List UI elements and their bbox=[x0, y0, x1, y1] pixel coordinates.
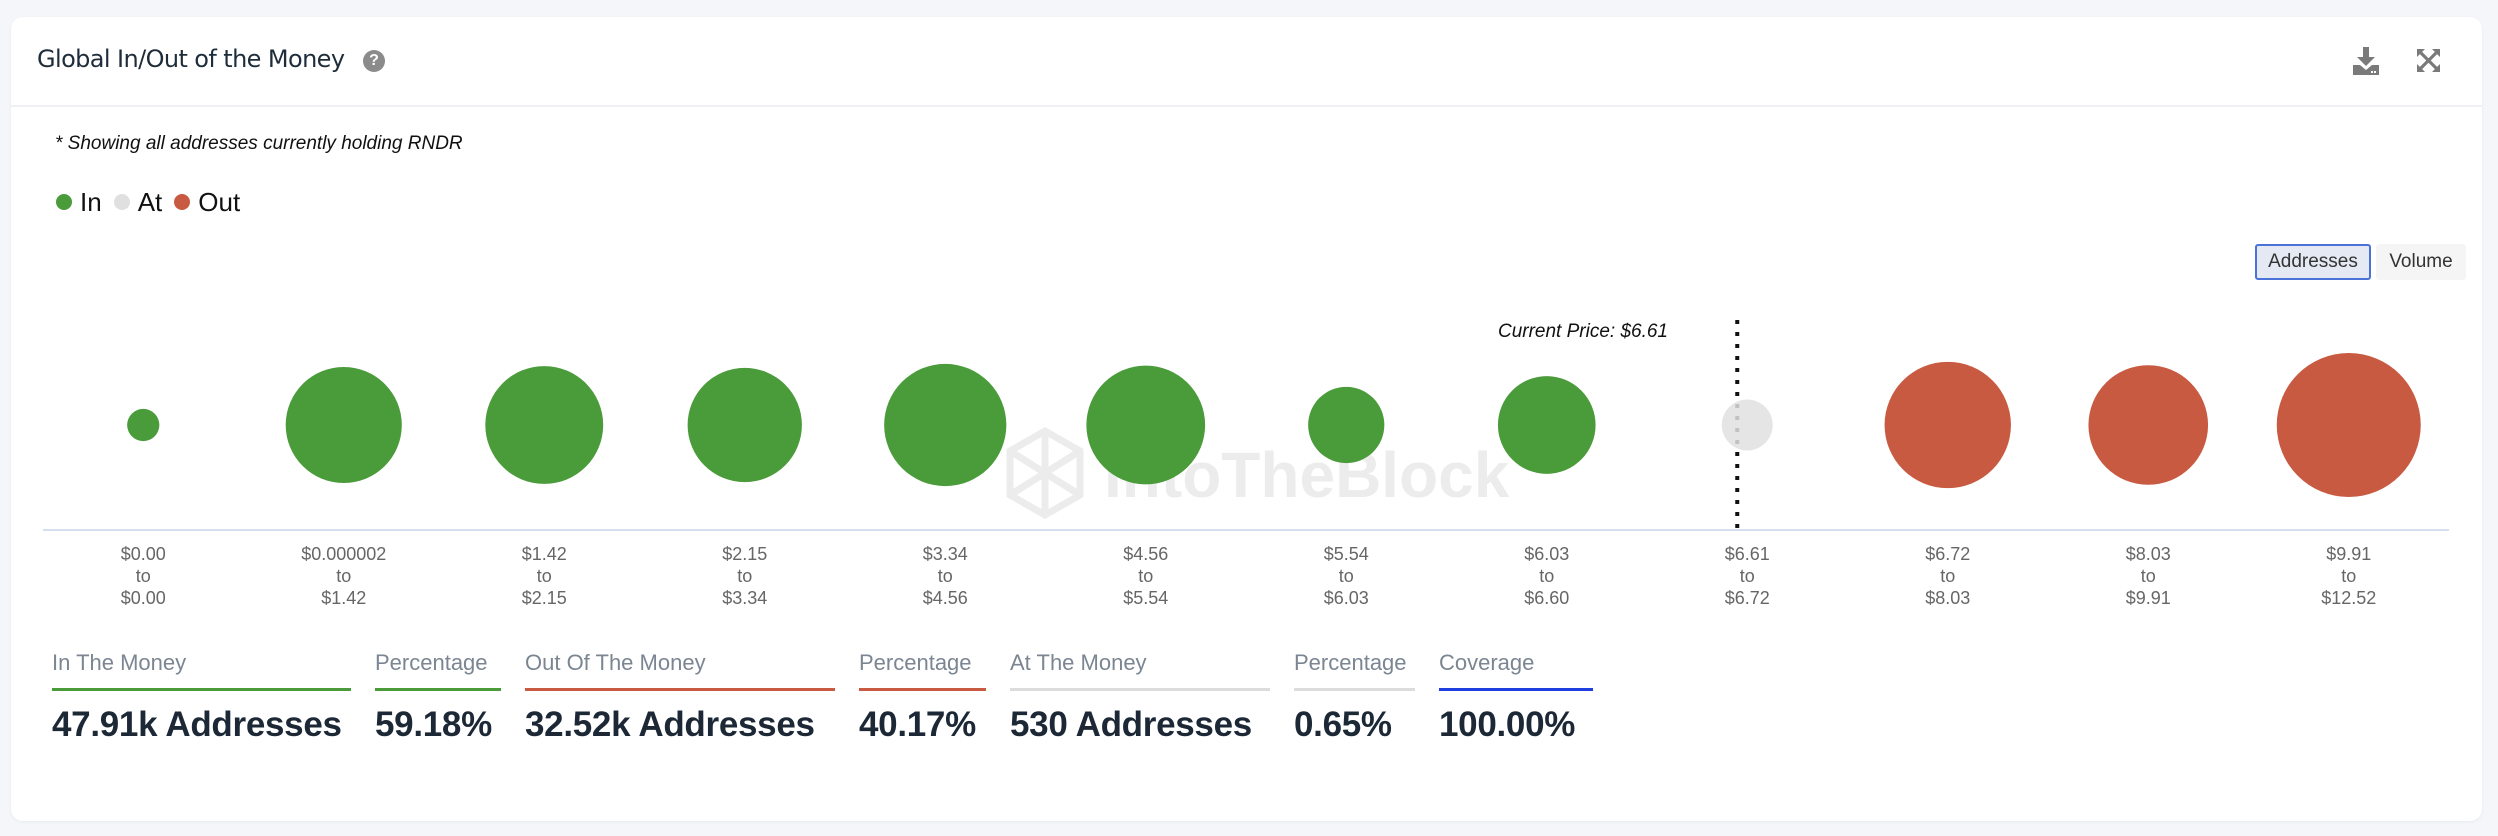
stat-underline bbox=[1294, 688, 1415, 691]
stat-percentage: Percentage 59.18% bbox=[375, 650, 501, 745]
stat-coverage: Coverage 100.00% bbox=[1439, 650, 1593, 745]
tick-label-line: $2.15 bbox=[522, 588, 567, 608]
tick-label-line: to bbox=[136, 566, 151, 586]
tick-label-line: $6.61 bbox=[1725, 544, 1770, 564]
bucket-range-label: $5.54 to $6.03 bbox=[1324, 544, 1369, 608]
stat-label: Percentage bbox=[375, 650, 488, 675]
tick-label-line: to bbox=[938, 566, 953, 586]
tick-label-line: $9.91 bbox=[2326, 544, 2371, 564]
bucket-range-label: $3.34 to $4.56 bbox=[923, 544, 968, 608]
tick-label-line: $6.03 bbox=[1324, 588, 1369, 608]
bucket-range-label: $1.42 to $2.15 bbox=[522, 544, 567, 608]
tick-label-line: $0.000002 bbox=[301, 544, 386, 564]
bucket-range-label: $8.03 to $9.91 bbox=[2126, 544, 2171, 608]
tick-label-line: $5.54 bbox=[1123, 588, 1168, 608]
stat-out-of-the-money: Out Of The Money 32.52k Addresses bbox=[525, 650, 835, 745]
tick-label-line: to bbox=[537, 566, 552, 586]
stat-value: 40.17% bbox=[859, 705, 976, 744]
bubble-in[interactable] bbox=[127, 408, 160, 442]
bubble-at[interactable] bbox=[1721, 399, 1773, 451]
stat-value: 47.91k Addresses bbox=[52, 705, 342, 744]
tick-label-line: $6.72 bbox=[1925, 544, 1970, 564]
bubble-in[interactable] bbox=[1308, 386, 1385, 464]
stat-label: Coverage bbox=[1439, 650, 1535, 675]
tick-label-line: to bbox=[336, 566, 351, 586]
stat-value: 0.65% bbox=[1294, 705, 1392, 744]
tick-label-line: $4.56 bbox=[923, 588, 968, 608]
bubble-in[interactable] bbox=[1086, 365, 1206, 485]
tick-label-line: to bbox=[1339, 566, 1354, 586]
tick-label-line: to bbox=[1138, 566, 1153, 586]
stat-in-the-money: In The Money 47.91k Addresses bbox=[52, 650, 351, 745]
tick-label-line: to bbox=[2141, 566, 2156, 586]
bubble-out[interactable] bbox=[1884, 361, 2011, 489]
tick-label-line: $9.91 bbox=[2126, 588, 2171, 608]
bubble-in[interactable] bbox=[1497, 376, 1596, 474]
bubble-chart: IntoTheBlock $0.00 to $0.00$0.000002 to $1.4… bbox=[43, 320, 2449, 608]
stat-underline bbox=[52, 688, 351, 691]
bucket-range-label: $0.000002 to $1.42 bbox=[301, 544, 386, 608]
bubble-in[interactable] bbox=[485, 366, 604, 484]
bubble-in[interactable] bbox=[687, 367, 802, 483]
tick-label-line: to bbox=[1940, 566, 1955, 586]
bucket-range-label: $9.91 to $12.52 bbox=[2321, 544, 2376, 608]
tick-label-line: $5.54 bbox=[1324, 544, 1369, 564]
watermark-logo-icon bbox=[1006, 426, 1084, 520]
bubble-out[interactable] bbox=[2276, 353, 2421, 497]
tick-label-line: $12.52 bbox=[2321, 588, 2376, 608]
stat-label: In The Money bbox=[52, 650, 187, 675]
bubble-out[interactable] bbox=[2088, 365, 2209, 485]
stat-percentage: Percentage 40.17% bbox=[859, 650, 986, 745]
bubble-in[interactable] bbox=[884, 363, 1007, 487]
tick-label-line: to bbox=[1740, 566, 1755, 586]
stat-label: At The Money bbox=[1010, 650, 1147, 675]
stat-underline bbox=[1010, 688, 1270, 691]
tick-label-line: to bbox=[737, 566, 752, 586]
stat-label: Percentage bbox=[1294, 650, 1407, 675]
tick-label-line: $1.42 bbox=[522, 544, 567, 564]
current-price-label: Current Price: $6.61 bbox=[1498, 321, 1668, 342]
tick-label-line: $2.15 bbox=[722, 544, 767, 564]
stat-label: Percentage bbox=[859, 650, 972, 675]
tick-label-line: $0.00 bbox=[121, 588, 166, 608]
bubble-in[interactable] bbox=[285, 366, 402, 484]
bucket-range-label: $6.03 to $6.60 bbox=[1524, 544, 1569, 608]
tick-label-line: $8.03 bbox=[1925, 588, 1970, 608]
tick-label-line: $3.34 bbox=[923, 544, 968, 564]
stat-underline bbox=[375, 688, 501, 691]
stat-value: 530 Addresses bbox=[1010, 705, 1252, 744]
stat-value: 100.00% bbox=[1439, 705, 1576, 744]
tick-label-line: $0.00 bbox=[121, 544, 166, 564]
stat-underline bbox=[859, 688, 986, 691]
tick-label-line: $1.42 bbox=[321, 588, 366, 608]
tick-label-line: $6.60 bbox=[1524, 588, 1569, 608]
tick-label-line: to bbox=[1539, 566, 1554, 586]
tick-label-line: to bbox=[2341, 566, 2356, 586]
stat-value: 32.52k Addresses bbox=[525, 705, 815, 744]
watermark: IntoTheBlock bbox=[1006, 426, 1510, 520]
bucket-range-label: $4.56 to $5.54 bbox=[1123, 544, 1168, 608]
tick-label-line: $6.03 bbox=[1524, 544, 1569, 564]
bucket-range-label: $2.15 to $3.34 bbox=[722, 544, 767, 608]
tick-label-line: $4.56 bbox=[1123, 544, 1168, 564]
stat-underline bbox=[1439, 688, 1593, 691]
tick-label-line: $3.34 bbox=[722, 588, 767, 608]
bucket-range-label: $6.61 to $6.72 bbox=[1725, 544, 1770, 608]
stat-percentage: Percentage 0.65% bbox=[1294, 650, 1415, 745]
stat-label: Out Of The Money bbox=[525, 650, 706, 675]
bucket-range-label: $0.00 to $0.00 bbox=[121, 544, 166, 608]
bucket-range-label: $6.72 to $8.03 bbox=[1925, 544, 1970, 608]
stat-at-the-money: At The Money 530 Addresses bbox=[1010, 650, 1270, 745]
tick-label-line: $8.03 bbox=[2126, 544, 2171, 564]
stat-value: 59.18% bbox=[375, 705, 492, 744]
tick-label-line: $6.72 bbox=[1725, 588, 1770, 608]
stat-underline bbox=[525, 688, 835, 691]
